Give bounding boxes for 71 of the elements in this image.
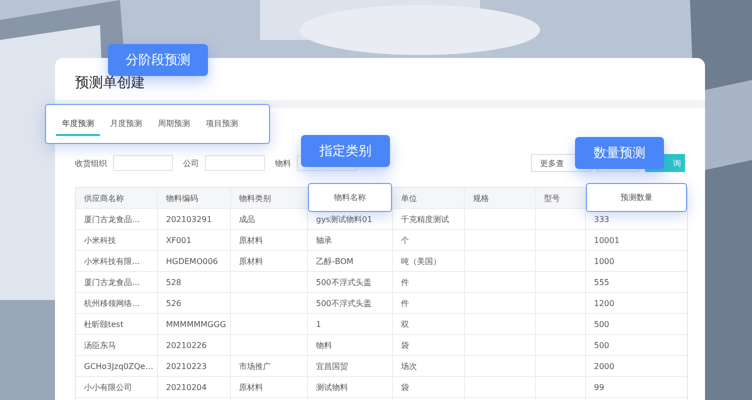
- table-cell: 个: [401, 234, 409, 246]
- table-cell: 500不浮式头盖: [316, 276, 372, 288]
- callout-tooltip: 分阶段预测: [108, 44, 208, 76]
- page-title: 预测单创建: [75, 75, 145, 91]
- table-cell: 袋: [401, 382, 409, 392]
- filter-input[interactable]: [205, 155, 265, 171]
- table-cell: 小米科技有限…: [84, 256, 140, 266]
- table-cell: 500不浮式头盖: [316, 298, 372, 308]
- column-header: 物料名称: [308, 183, 392, 212]
- filter-label: 公司: [183, 158, 199, 168]
- table-cell: 场次: [401, 360, 417, 372]
- table-cell: 500: [594, 320, 610, 328]
- table-cell: 厦门古龙食品…: [84, 214, 140, 224]
- column-header: 供应商名称: [84, 192, 124, 204]
- tab[interactable]: 项目预测: [200, 112, 244, 136]
- table-cell: 汤臣东马: [84, 340, 116, 350]
- callout-tooltip: 指定类别: [301, 135, 390, 167]
- table-cell: 件: [401, 276, 409, 288]
- table-cell: 20210204: [166, 382, 207, 392]
- table-cell: 市场推广: [239, 360, 271, 372]
- table-cell: 526: [166, 298, 182, 308]
- table-cell: 1200: [594, 298, 614, 308]
- table-cell: MMMMMMGGG: [166, 320, 226, 328]
- table-cell: 杜昕颐test: [84, 318, 124, 330]
- table-cell: 528: [166, 278, 182, 286]
- table-cell: 测试物料: [316, 382, 348, 392]
- table-cell: 99: [594, 382, 604, 392]
- column-header: 物料编码: [166, 192, 198, 204]
- table-cell: 件: [401, 298, 409, 308]
- table-cell: 千克精度测试: [401, 214, 449, 224]
- table-cell: 宜昌国贸: [316, 360, 348, 372]
- table-cell: GCHo3Jzq0ZQe…: [84, 362, 154, 370]
- tab[interactable]: 月度预测: [104, 112, 148, 136]
- callout-tooltip: 数量预测: [575, 137, 664, 169]
- table-cell: 1: [316, 320, 322, 328]
- table-cell: 2000: [594, 362, 614, 370]
- table-cell: 吨（美国）: [401, 256, 441, 266]
- tab[interactable]: 年度预测: [56, 112, 100, 136]
- table-cell: 双: [401, 318, 409, 330]
- table-cell: gys测试物料01: [316, 214, 372, 224]
- column-header: 规格: [473, 192, 489, 204]
- filter-input[interactable]: [113, 155, 173, 171]
- filter-label: 物料: [275, 158, 291, 168]
- table-cell: 小小有限公司: [84, 382, 132, 392]
- table-cell: 杭州移领网络…: [84, 298, 140, 308]
- table-cell: 10001: [594, 236, 620, 244]
- table-cell: 轴承: [316, 234, 332, 246]
- filter-label: 收货组织: [75, 158, 107, 168]
- table-cell: 20210223: [166, 362, 207, 370]
- table-cell: XF001: [166, 236, 192, 244]
- table-cell: 成品: [239, 214, 255, 224]
- column-header: 预测数量: [586, 183, 687, 212]
- table-cell: 20210226: [166, 340, 207, 350]
- column-header: 型号: [544, 192, 560, 204]
- table-cell: 1000: [594, 256, 614, 266]
- table-cell: 333: [594, 214, 610, 224]
- table-cell: 原材料: [239, 256, 263, 266]
- table-cell: 555: [594, 278, 610, 286]
- table-cell: 202103291: [166, 214, 212, 224]
- table-cell: 厦门古龙食品…: [84, 276, 140, 288]
- table-cell: 500: [594, 340, 610, 350]
- column-header: 单位: [401, 192, 417, 204]
- table-cell: 乙醇-BOM: [316, 256, 354, 266]
- table-cell: 物料: [316, 340, 332, 350]
- column-header: 物料类别: [239, 192, 271, 204]
- table-cell: 原材料: [239, 382, 263, 392]
- table-cell: 袋: [401, 340, 409, 350]
- table-cell: 小米科技: [84, 234, 116, 246]
- table-cell: 原材料: [239, 234, 263, 246]
- table-cell: HGDEMO006: [166, 256, 218, 266]
- tab[interactable]: 周期预测: [152, 112, 196, 136]
